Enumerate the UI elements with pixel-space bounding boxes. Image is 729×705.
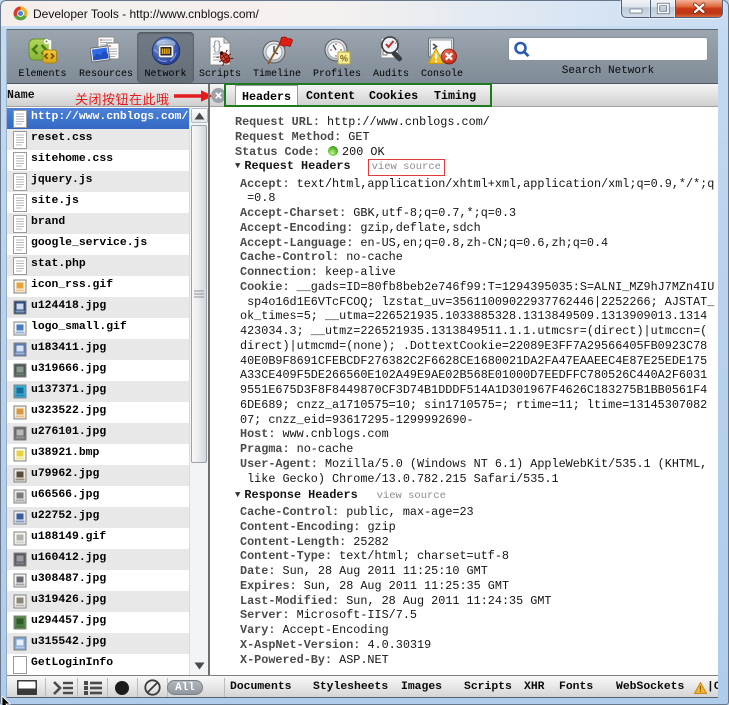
svg-text:!: ! [699, 685, 702, 694]
svg-text:{}: {} [213, 38, 222, 53]
svg-text:A: A [395, 39, 400, 46]
svg-text:%: % [340, 54, 348, 64]
